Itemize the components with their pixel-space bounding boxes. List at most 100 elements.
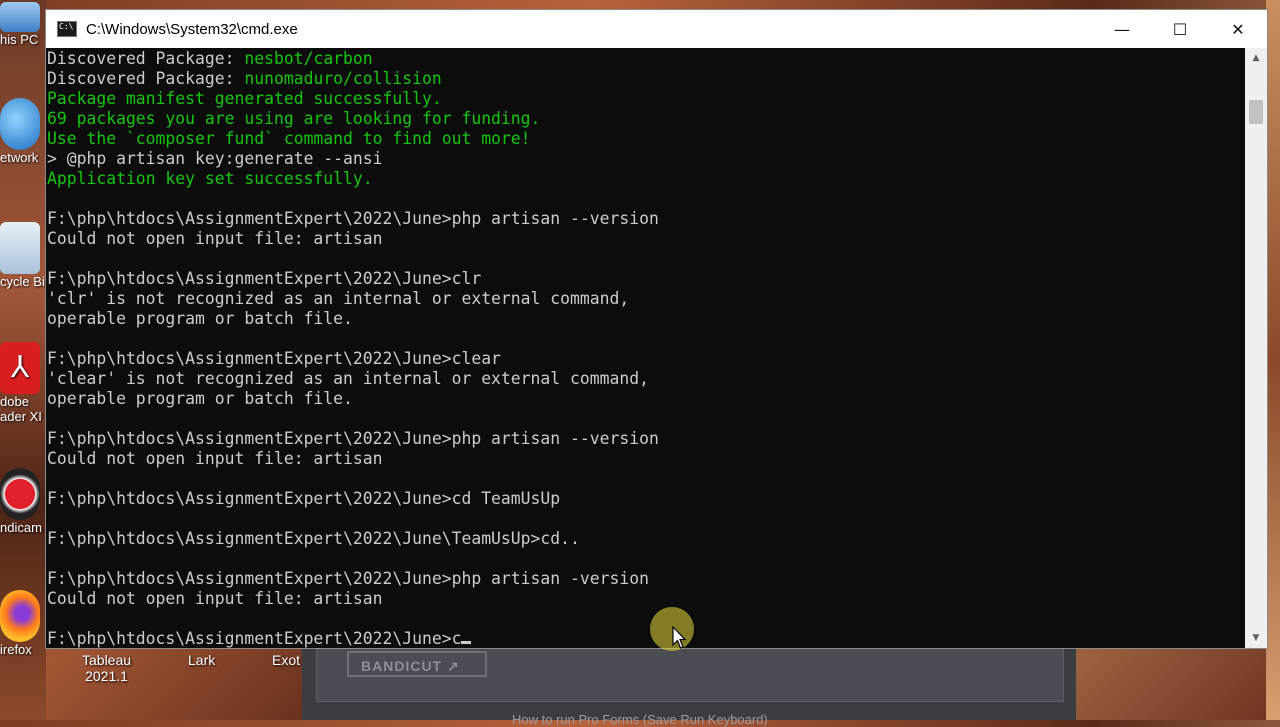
console-line: F:\php\htdocs\AssignmentExpert\2022\June… <box>47 269 1247 289</box>
desktop-icon-network[interactable]: etwork <box>0 98 46 165</box>
bandicut-window: BANDICUT ↗ How to run Pro Forms (Save Ru… <box>302 646 1076 727</box>
desktop-icon-label: cycle Bi <box>0 274 45 289</box>
console-line: F:\php\htdocs\AssignmentExpert\2022\June… <box>47 489 1247 509</box>
console-text: F:\php\htdocs\AssignmentExpert\2022\June… <box>47 349 501 368</box>
desktop-icon-recycle-bin[interactable]: cycle Bi <box>0 222 46 289</box>
desktop-icon-adobe-reader[interactable]: ⅄ dobe ader XI <box>0 342 46 424</box>
console-text: 'clear' is not recognized as an internal… <box>47 369 649 388</box>
desktop-icon-exot[interactable]: Exot <box>272 652 300 668</box>
vertical-scrollbar[interactable]: ▲ ▼ <box>1245 48 1267 648</box>
scroll-up-button[interactable]: ▲ <box>1245 48 1267 68</box>
firefox-icon <box>0 590 40 642</box>
console-line: operable program or batch file. <box>47 389 1247 409</box>
console-text: F:\php\htdocs\AssignmentExpert\2022\June… <box>47 529 580 548</box>
minimize-icon: — <box>1114 19 1130 39</box>
console-text: operable program or batch file. <box>47 389 353 408</box>
desktop-icon-label: dobe <box>0 394 29 409</box>
bandicut-panel: BANDICUT ↗ <box>316 646 1064 702</box>
desktop-icon-label: Tableau <box>82 652 132 668</box>
desktop-icon-label: Exot <box>272 652 301 668</box>
console-line: F:\php\htdocs\AssignmentExpert\2022\June… <box>47 529 1247 549</box>
this-pc-icon <box>0 2 40 32</box>
console-text: operable program or batch file. <box>47 309 353 328</box>
desktop-background-right <box>1266 0 1280 720</box>
console-text: 69 packages you are using are looking fo… <box>47 109 541 128</box>
desktop-icon-label-2: ader XI <box>0 409 42 424</box>
bandicam-icon <box>0 468 40 520</box>
chevron-up-icon: ▲ <box>1252 53 1260 63</box>
console-text: Could not open input file: artisan <box>47 589 383 608</box>
console-line: 'clear' is not recognized as an internal… <box>47 369 1247 389</box>
cmd-window: C:\Windows\System32\cmd.exe — ☐ ✕ Discov… <box>45 9 1268 649</box>
console-line: 'clr' is not recognized as an internal o… <box>47 289 1247 309</box>
console-line: F:\php\htdocs\AssignmentExpert\2022\June… <box>47 569 1247 589</box>
console-line: F:\php\htdocs\AssignmentExpert\2022\June… <box>47 629 1247 649</box>
console-text: Could not open input file: artisan <box>47 449 383 468</box>
desktop-icon-label: ndicam <box>0 520 42 535</box>
console-text: Could not open input file: artisan <box>47 229 383 248</box>
window-controls: — ☐ ✕ <box>1093 10 1267 48</box>
console-text: F:\php\htdocs\AssignmentExpert\2022\June… <box>47 629 462 648</box>
mouse-pointer-icon <box>672 626 686 649</box>
console-text: Discovered Package: <box>47 49 245 68</box>
desktop-icon-tableau[interactable]: Tableau 2021.1 <box>82 652 131 684</box>
desktop-icon-label: Lark <box>188 652 216 668</box>
close-button[interactable]: ✕ <box>1209 10 1267 48</box>
cmd-icon[interactable] <box>57 21 77 37</box>
console-line: Application key set successfully. <box>47 169 1247 189</box>
maximize-button[interactable]: ☐ <box>1151 10 1209 48</box>
console-text: nunomaduro/collision <box>244 69 442 88</box>
adobe-reader-icon: ⅄ <box>0 342 40 394</box>
console-text: Use the `composer fund` command to find … <box>47 129 531 148</box>
desktop-icon-firefox[interactable]: irefox <box>0 590 46 657</box>
desktop-icon-label: his PC <box>0 32 39 47</box>
console-line: F:\php\htdocs\AssignmentExpert\2022\June… <box>47 209 1247 229</box>
maximize-icon: ☐ <box>1172 19 1188 39</box>
console-output[interactable]: Discovered Package: nesbot/carbon Discove… <box>46 48 1247 649</box>
console-line: Discovered Package: nunomaduro/collision <box>47 69 1247 89</box>
console-text: Discovered Package: <box>47 69 245 88</box>
console-line: Could not open input file: artisan <box>47 589 1247 609</box>
desktop-icon-label-2: 2021.1 <box>85 668 128 684</box>
console-line: Could not open input file: artisan <box>47 449 1247 469</box>
bandicut-logo[interactable]: BANDICUT ↗ <box>347 651 487 677</box>
console-line: F:\php\htdocs\AssignmentExpert\2022\June… <box>47 429 1247 449</box>
console-line: F:\php\htdocs\AssignmentExpert\2022\June… <box>47 349 1247 369</box>
console-text: F:\php\htdocs\AssignmentExpert\2022\June… <box>47 209 659 228</box>
scroll-down-button[interactable]: ▼ <box>1245 628 1267 648</box>
console-text: F:\php\htdocs\AssignmentExpert\2022\June… <box>47 269 482 288</box>
console-text: Package manifest generated successfully. <box>47 89 442 108</box>
window-title: C:\Windows\System32\cmd.exe <box>86 20 298 38</box>
desktop-icon-bandicam[interactable]: ndicam <box>0 468 46 535</box>
console-text: > @php artisan key:generate --ansi <box>47 149 383 168</box>
chevron-down-icon: ▼ <box>1252 633 1260 643</box>
console-text: Application key set successfully. <box>47 169 373 188</box>
network-icon <box>0 98 40 150</box>
console-line: Use the `composer fund` command to find … <box>47 129 1247 149</box>
console-text: F:\php\htdocs\AssignmentExpert\2022\June… <box>47 429 659 448</box>
minimize-button[interactable]: — <box>1093 10 1151 48</box>
desktop-icon-label: etwork <box>0 150 39 165</box>
text-cursor <box>461 641 472 644</box>
console-line: Could not open input file: artisan <box>47 229 1247 249</box>
console-line: operable program or batch file. <box>47 309 1247 329</box>
console-text: 'clr' is not recognized as an internal o… <box>47 289 630 308</box>
desktop-icon-this-pc[interactable]: his PC <box>0 2 46 47</box>
console-line: Discovered Package: nesbot/carbon <box>47 49 1247 69</box>
console-text: nesbot/carbon <box>244 49 373 68</box>
recycle-bin-icon <box>0 222 40 274</box>
title-bar[interactable]: C:\Windows\System32\cmd.exe — ☐ ✕ <box>46 10 1267 48</box>
desktop-icon-lark[interactable]: Lark <box>188 652 215 668</box>
scroll-thumb[interactable] <box>1249 100 1263 124</box>
console-line: 69 packages you are using are looking fo… <box>47 109 1247 129</box>
close-icon: ✕ <box>1231 19 1245 39</box>
desktop-icon-label: irefox <box>0 642 32 657</box>
console-text: F:\php\htdocs\AssignmentExpert\2022\June… <box>47 489 561 508</box>
